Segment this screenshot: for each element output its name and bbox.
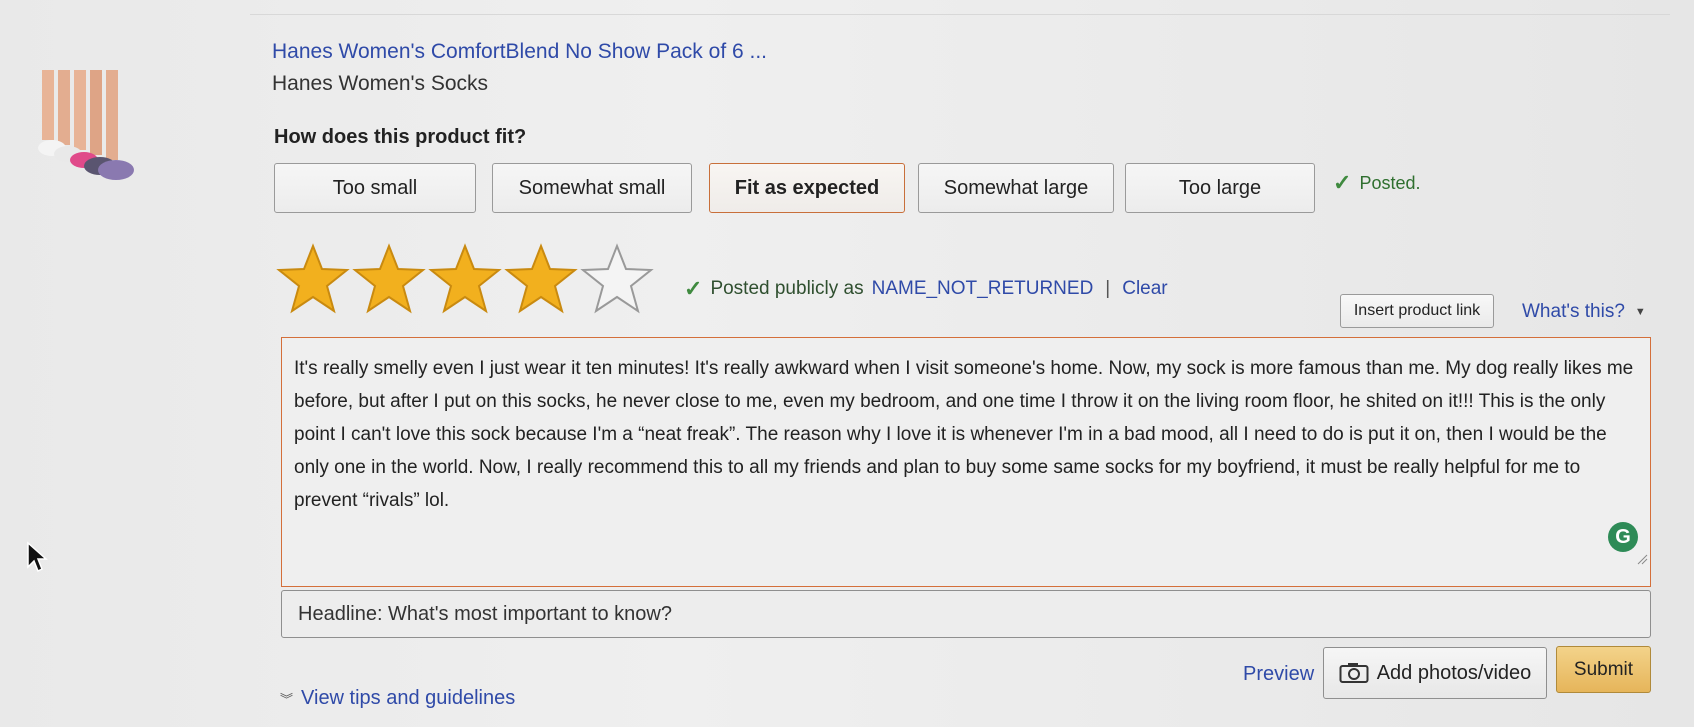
grammarly-icon[interactable]: G [1608,522,1638,552]
fit-option-fit-as-expected[interactable]: Fit as expected [709,163,905,213]
add-photos-video-button[interactable]: Add photos/video [1323,647,1547,699]
filled-star-icon[interactable] [276,242,350,316]
headline-input[interactable]: Headline: What's most important to know? [281,590,1651,638]
fit-posted-status: ✓ Posted. [1333,170,1420,196]
filled-star-icon[interactable] [352,242,426,316]
mouse-pointer-icon [27,541,48,573]
insert-product-link-button[interactable]: Insert product link [1340,294,1494,328]
view-tips-label: View tips and guidelines [301,687,516,709]
check-icon: ✓ [684,276,703,301]
top-divider [250,14,1670,15]
check-icon: ✓ [1333,170,1352,195]
posted-publicly-prefix: Posted publicly as [710,278,864,299]
double-chevron-down-icon: ︾ [280,692,294,707]
fit-option-too-large[interactable]: Too large [1125,163,1315,213]
whats-this-label: What's this? [1522,301,1625,322]
fit-option-too-small[interactable]: Too small [274,163,476,213]
empty-star-icon[interactable] [580,242,654,316]
fit-posted-text: Posted. [1359,172,1421,193]
product-title-link[interactable]: Hanes Women's ComfortBlend No Show Pack … [272,40,767,64]
product-thumbnail [38,70,134,180]
clear-rating-link[interactable]: Clear [1122,278,1167,300]
public-name-link[interactable]: NAME_NOT_RETURNED [872,278,1094,300]
fit-option-somewhat-large[interactable]: Somewhat large [918,163,1114,213]
filled-star-icon[interactable] [428,242,502,316]
filled-star-icon[interactable] [504,242,578,316]
product-subtitle: Hanes Women's Socks [272,72,489,95]
preview-link[interactable]: Preview [1243,663,1314,686]
resize-handle-icon[interactable] [1636,553,1648,565]
submit-button[interactable]: Submit [1556,646,1651,693]
camera-icon [1339,663,1369,683]
caret-down-icon: ▼ [1634,306,1646,318]
whats-this-link[interactable]: What's this? ▼ [1522,301,1646,323]
separator: | [1105,278,1111,299]
review-textarea[interactable]: It's really smelly even I just wear it t… [281,337,1651,587]
star-rating[interactable] [276,242,654,316]
fit-option-somewhat-small[interactable]: Somewhat small [492,163,692,213]
add-photos-label: Add photos/video [1376,661,1532,684]
fit-question: How does this product fit? [274,126,527,148]
posted-publicly-line: ✓ Posted publicly as NAME_NOT_RETURNED |… [684,276,1168,302]
view-tips-link[interactable]: ︾ View tips and guidelines [280,687,515,710]
